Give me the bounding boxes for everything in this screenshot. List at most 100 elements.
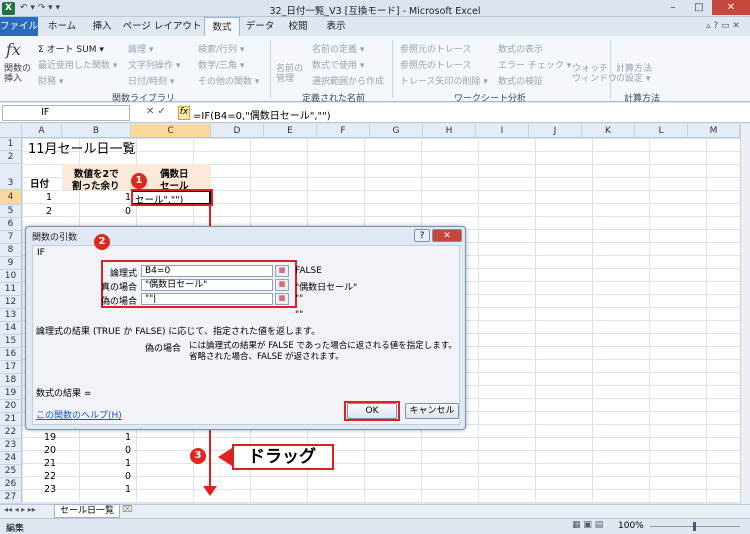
row-header[interactable]: 7: [0, 231, 22, 244]
minimize-button[interactable]: –: [660, 0, 686, 15]
cell-a4[interactable]: 1: [46, 192, 52, 203]
col-header-i[interactable]: I: [476, 124, 529, 138]
ribbon-controls[interactable]: ▵ ? ▭ ✕: [700, 17, 746, 36]
cell-a24[interactable]: 21: [44, 458, 56, 469]
col-header-l[interactable]: L: [635, 124, 688, 138]
row-header[interactable]: 3: [0, 164, 22, 190]
help-link[interactable]: この関数のヘルプ(H): [36, 408, 122, 421]
tab-page-layout[interactable]: ページ レイアウト: [122, 17, 202, 36]
row-header[interactable]: 2: [0, 151, 22, 164]
cell-b22[interactable]: 1: [125, 432, 131, 443]
recent-functions-button[interactable]: 最近使用した関数 ▾: [38, 58, 117, 71]
tab-review[interactable]: 校閲: [280, 17, 316, 36]
name-box[interactable]: IF: [2, 105, 130, 121]
row-header[interactable]: 4: [0, 190, 22, 205]
create-from-selection-button[interactable]: 選択範囲から作成: [312, 74, 384, 87]
cell-a25[interactable]: 22: [44, 471, 56, 482]
collapse-icon[interactable]: ▦: [275, 279, 289, 291]
formula-input[interactable]: =IF(B4=0,"偶数日セール",""): [193, 107, 331, 122]
row-header[interactable]: 25: [0, 465, 22, 478]
cell-b5[interactable]: 0: [125, 206, 131, 217]
row-header[interactable]: 13: [0, 309, 22, 322]
trace-dependents-button[interactable]: 参照先のトレース: [400, 58, 472, 71]
cell-a23[interactable]: 20: [44, 445, 56, 456]
view-buttons[interactable]: ▦ ▣ ▤: [572, 520, 603, 530]
autosum-button[interactable]: Σ オート SUM ▾: [38, 42, 104, 55]
cell-b24[interactable]: 1: [125, 458, 131, 469]
new-sheet-icon[interactable]: ⌧: [122, 505, 132, 515]
row-header[interactable]: 6: [0, 218, 22, 231]
tab-home[interactable]: ホーム: [42, 17, 82, 36]
row-header[interactable]: 27: [0, 491, 22, 504]
row-header[interactable]: 16: [0, 348, 22, 361]
close-button[interactable]: ✕: [712, 0, 750, 15]
zoom-slider-thumb[interactable]: [693, 522, 696, 531]
row-header[interactable]: 19: [0, 387, 22, 400]
tab-formulas[interactable]: 数式: [204, 17, 240, 36]
value-if-false-input[interactable]: ""|: [141, 293, 273, 305]
vertical-scrollbar[interactable]: [740, 124, 750, 504]
other-functions-button[interactable]: その他の関数 ▾: [198, 74, 259, 87]
row-header[interactable]: 23: [0, 439, 22, 452]
lookup-button[interactable]: 検索/行列 ▾: [198, 42, 244, 55]
remove-arrows-button[interactable]: トレース矢印の削除 ▾: [400, 74, 488, 87]
tab-view[interactable]: 表示: [318, 17, 354, 36]
col-header-j[interactable]: J: [529, 124, 582, 138]
text-functions-button[interactable]: 文字列操作 ▾: [128, 58, 180, 71]
row-header[interactable]: 20: [0, 400, 22, 413]
col-header-g[interactable]: G: [370, 124, 423, 138]
col-header-h[interactable]: H: [423, 124, 476, 138]
insert-function-icon[interactable]: fx: [178, 106, 190, 120]
select-all[interactable]: [0, 124, 22, 138]
use-in-formula-button[interactable]: 数式で使用 ▾: [312, 58, 364, 71]
row-header[interactable]: 9: [0, 257, 22, 270]
row-header[interactable]: 17: [0, 361, 22, 374]
define-name-button[interactable]: 名前の定義 ▾: [312, 42, 364, 55]
col-header-m[interactable]: M: [688, 124, 740, 138]
col-header-f[interactable]: F: [317, 124, 370, 138]
tab-insert[interactable]: 挿入: [84, 17, 120, 36]
sheet-tab[interactable]: セール日一覧: [54, 504, 120, 518]
row-header[interactable]: 26: [0, 478, 22, 491]
col-header-b[interactable]: B: [62, 124, 131, 138]
row-header[interactable]: 15: [0, 335, 22, 348]
cell-b25[interactable]: 0: [125, 471, 131, 482]
cancel-enter-icons[interactable]: ✕ ✓: [146, 106, 166, 117]
row-header[interactable]: 14: [0, 322, 22, 335]
col-header-a[interactable]: A: [22, 124, 62, 138]
collapse-icon[interactable]: ▦: [275, 265, 289, 277]
dialog-close-button[interactable]: ✕: [432, 229, 462, 242]
trace-precedents-button[interactable]: 参照元のトレース: [400, 42, 472, 55]
col-header-e[interactable]: E: [264, 124, 317, 138]
row-header[interactable]: 10: [0, 270, 22, 283]
row-header[interactable]: 18: [0, 374, 22, 387]
col-header-k[interactable]: K: [582, 124, 635, 138]
row-header[interactable]: 12: [0, 296, 22, 309]
cell-b23[interactable]: 0: [125, 445, 131, 456]
row-header[interactable]: 24: [0, 452, 22, 465]
collapse-icon[interactable]: ▦: [275, 293, 289, 305]
evaluate-formula-button[interactable]: 数式の検証: [498, 74, 543, 87]
cell-a26[interactable]: 23: [44, 484, 56, 495]
calculation-options-button[interactable]: 計算方法 の設定 ▾: [616, 64, 652, 84]
math-button[interactable]: 数学/三角 ▾: [198, 58, 244, 71]
tab-file[interactable]: ファイル: [0, 17, 38, 36]
col-header-d[interactable]: D: [211, 124, 264, 138]
col-header-c[interactable]: C: [131, 124, 211, 138]
cell-a5[interactable]: 2: [46, 206, 52, 217]
zoom-level[interactable]: 100%: [618, 521, 644, 531]
logical-button[interactable]: 論理 ▾: [128, 42, 153, 55]
financial-button[interactable]: 財務 ▾: [38, 74, 63, 87]
row-header[interactable]: 22: [0, 426, 22, 439]
cell-b26[interactable]: 1: [125, 484, 131, 495]
show-formulas-button[interactable]: 数式の表示: [498, 42, 543, 55]
ok-button[interactable]: OK: [347, 403, 397, 419]
tab-data[interactable]: データ: [242, 17, 278, 36]
row-header[interactable]: 8: [0, 244, 22, 257]
row-header[interactable]: 11: [0, 283, 22, 296]
row-header[interactable]: 21: [0, 413, 22, 426]
value-if-true-input[interactable]: "偶数日セール": [141, 279, 273, 291]
name-manager-button[interactable]: 名前の 管理: [276, 64, 303, 84]
maximize-button[interactable]: □: [686, 0, 712, 15]
cell-a22[interactable]: 19: [44, 432, 56, 443]
